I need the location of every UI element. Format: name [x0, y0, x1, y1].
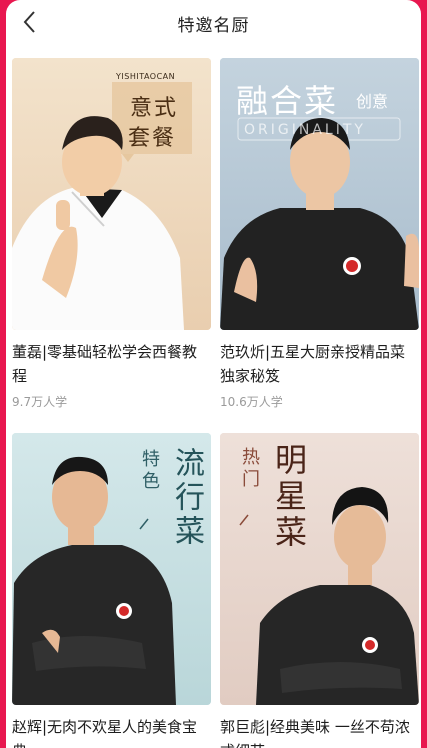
course-title[interactable]: 范玖炘|五星大厨亲授精品菜独家秘笈 [220, 340, 419, 388]
banner-line1: 意式 [130, 96, 179, 121]
banner-side: 热门 [239, 447, 260, 491]
chef-photo [12, 58, 211, 330]
course-card[interactable]: YISHITAOCAN 意式 套餐 董磊|零基础轻松学会西餐教程 9.7万人学 [12, 58, 211, 410]
course-thumbnail: 融合菜 创意 ORIGINALITY [220, 58, 419, 330]
course-card[interactable]: 明星菜 热门 郭巨彪|经典美味 一丝不苟浓戎细节 [220, 433, 419, 748]
banner-main: 流行菜 [169, 447, 204, 549]
banner-side: 特色 [139, 449, 160, 493]
banner-main: 融合菜 [236, 82, 339, 120]
banner-en: ORIGINALITY [244, 122, 366, 138]
banner-side: 创意 [356, 92, 389, 111]
course-title[interactable]: 赵辉|无肉不欢星人的美食宝典 [12, 715, 211, 748]
page-title: 特邀名厨 [177, 16, 250, 36]
course-title[interactable]: 董磊|零基础轻松学会西餐教程 [12, 340, 211, 388]
banner-main: 明星菜 [270, 443, 308, 551]
course-thumbnail: YISHITAOCAN 意式 套餐 [12, 58, 211, 330]
banner-line2: 套餐 [128, 126, 177, 151]
course-card[interactable]: 流行菜 特色 赵辉|无肉不欢星人的美食宝典 [12, 433, 211, 748]
course-card[interactable]: 融合菜 创意 ORIGINALITY 范玖炘|五星大厨亲授精品菜独家秘笈 10.… [220, 58, 419, 410]
nav-bar: 特邀名厨 [6, 0, 421, 44]
course-title[interactable]: 郭巨彪|经典美味 一丝不苟浓戎细节 [220, 715, 419, 748]
course-thumbnail: 流行菜 特色 [12, 433, 211, 705]
learner-count: 10.6万人学 [220, 395, 283, 409]
banner-en: YISHITAOCAN [116, 72, 176, 81]
phone-screen: 特邀名厨 YISHITAOCAN 意式 套餐 董磊|零基础轻松学会西餐教程 9.… [6, 0, 421, 748]
learner-count: 9.7万人学 [12, 395, 68, 409]
course-thumbnail: 明星菜 热门 [220, 433, 419, 705]
